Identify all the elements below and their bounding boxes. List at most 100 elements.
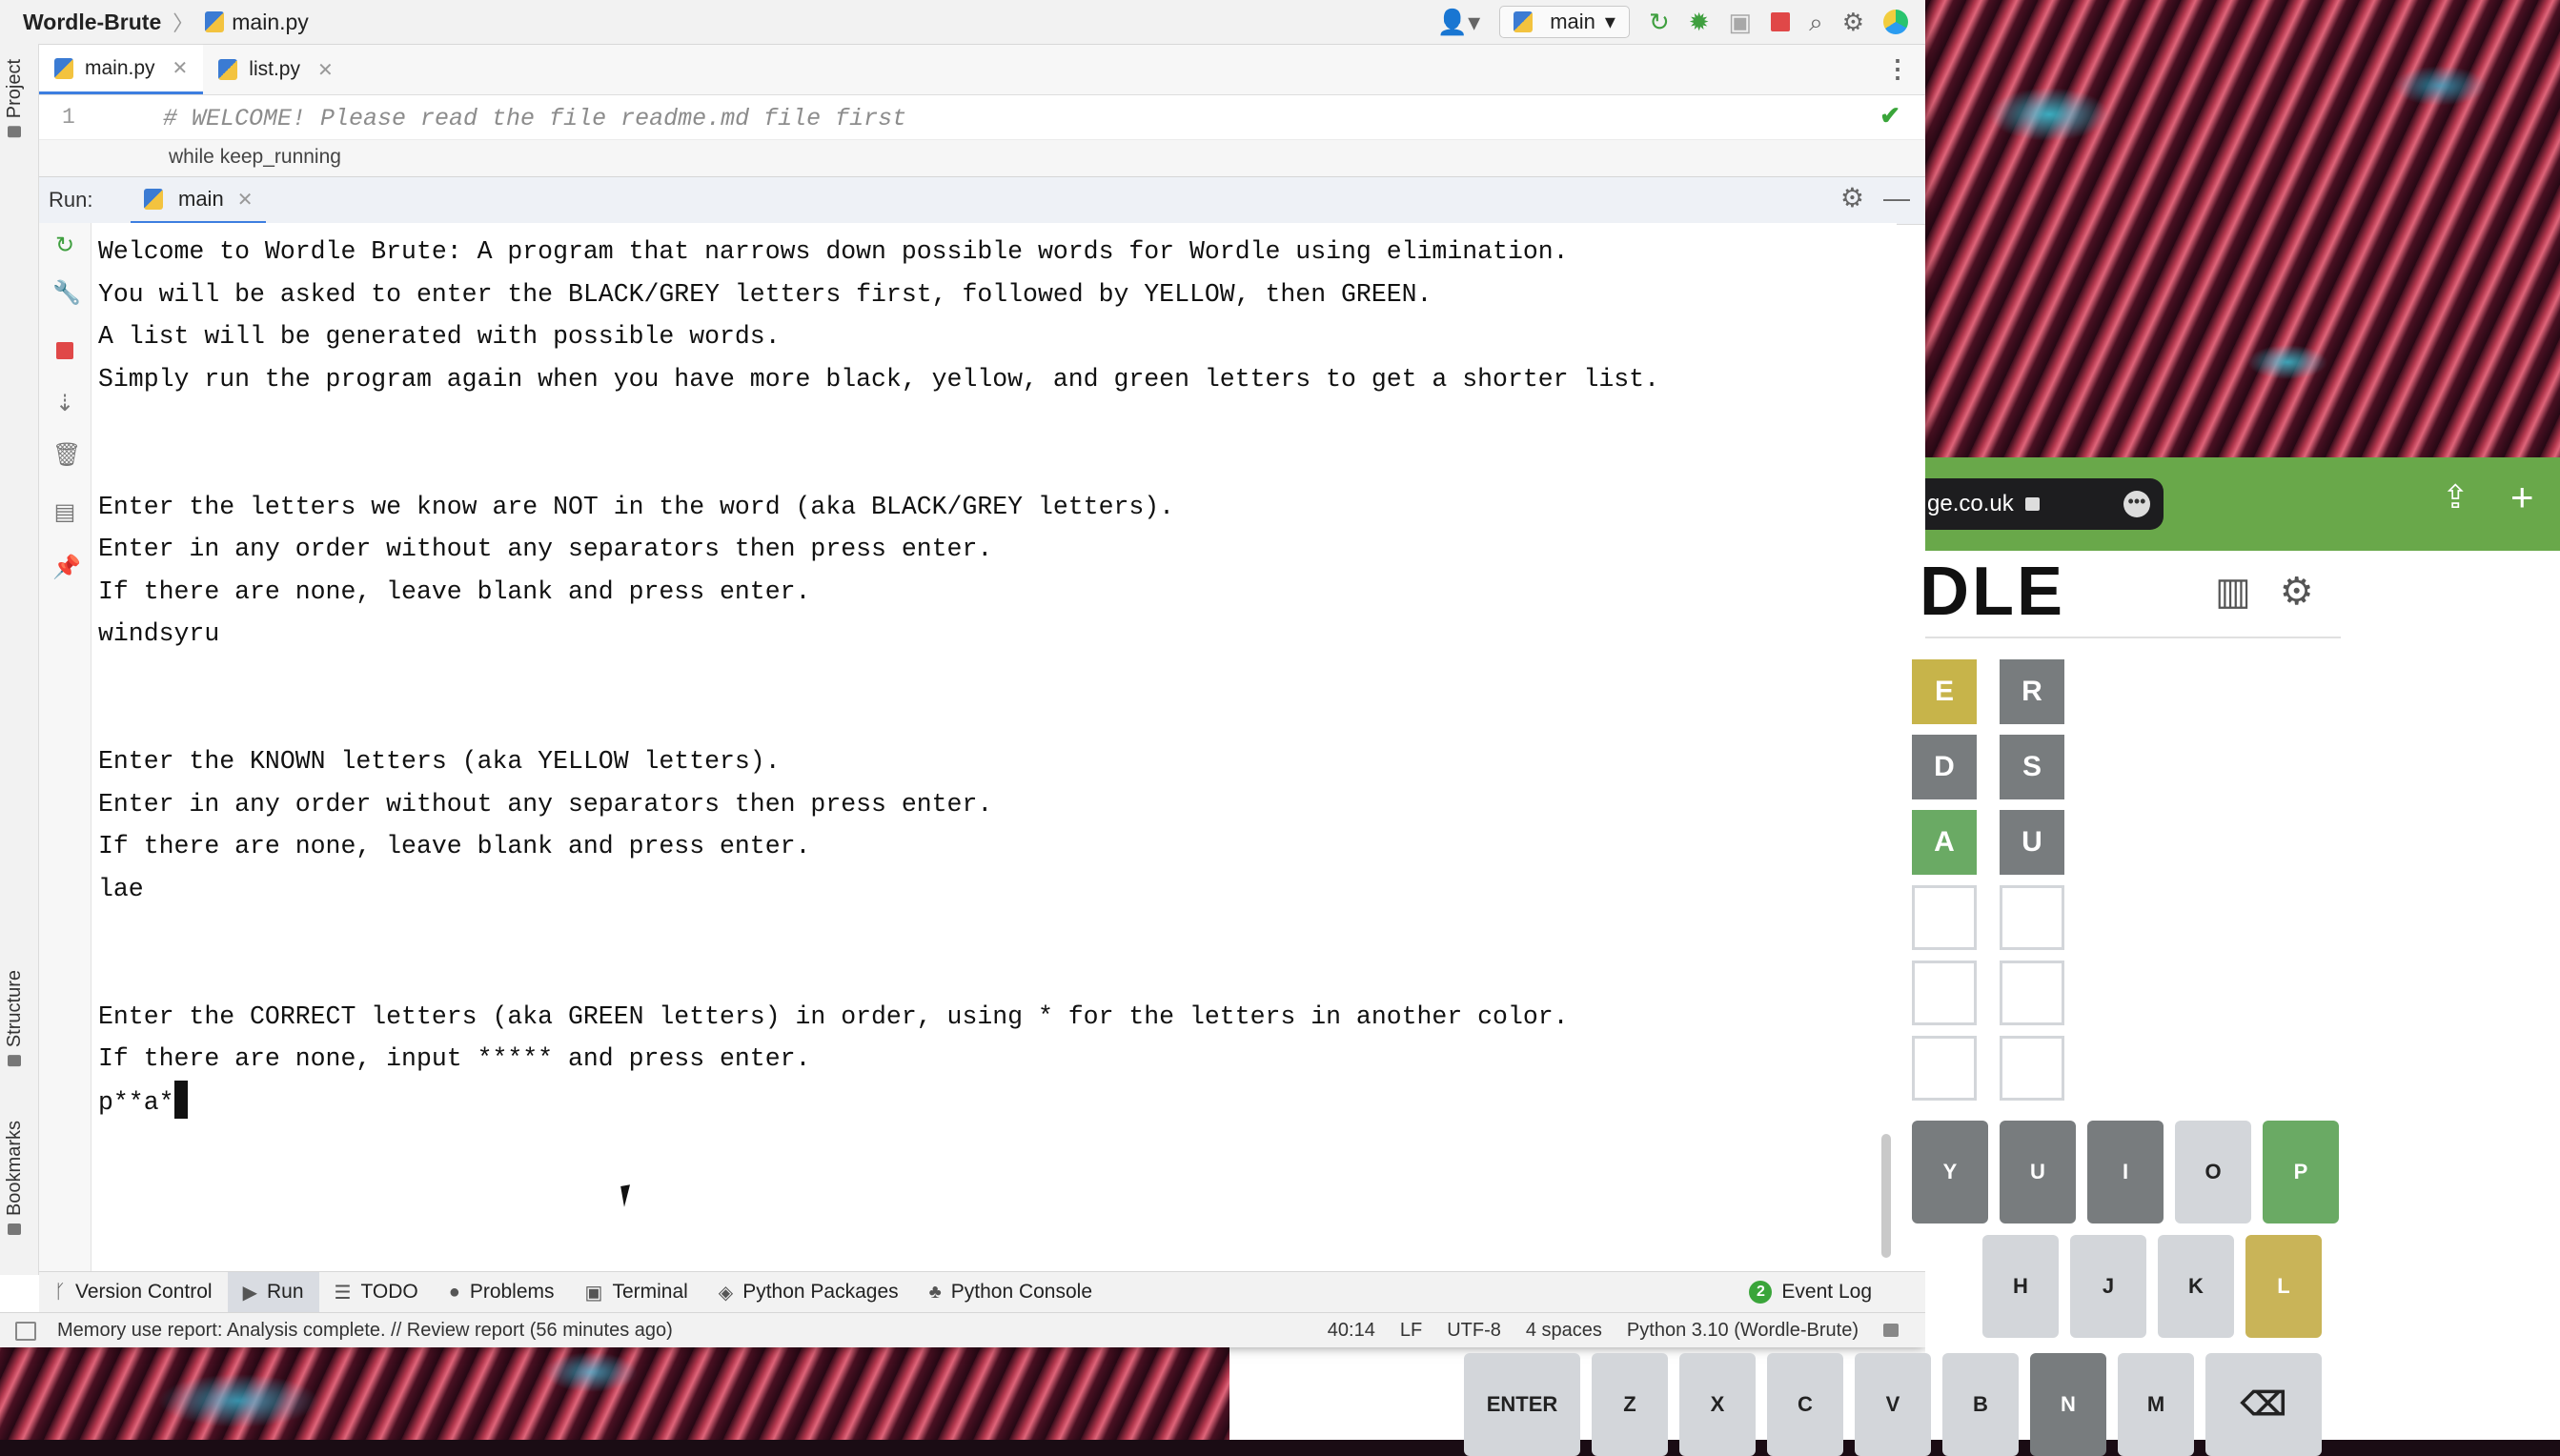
left-tool-strip: Project Structure Bookmarks [0,44,39,1275]
event-log-button[interactable]: 2 Event Log [1749,1272,1872,1312]
tool-label: TODO [360,1281,418,1303]
key-p[interactable]: P [2263,1121,2339,1223]
project-name[interactable]: Wordle-Brute [23,10,161,35]
bottom-tool-tabs: ᚴ Version Control ▶ Run ☰ TODO ● Problems ▣ T… [39,1271,1925,1312]
file-encoding[interactable]: UTF-8 [1447,1320,1501,1342]
lock-icon [2024,497,2040,511]
stats-icon[interactable]: ▥ [2215,570,2251,614]
key-l[interactable]: L [2245,1235,2322,1338]
code-breadcrumb[interactable]: while keep_running [169,146,341,169]
code-breadcrumb-bar: while keep_running [39,139,1925,176]
run-console[interactable]: Welcome to Wordle Brute: A program that … [91,223,1897,1271]
key-i[interactable]: I [2087,1121,2164,1223]
python-interpreter[interactable]: Python 3.10 (Wordle-Brute) [1627,1320,1859,1342]
key-v[interactable]: V [1855,1353,1931,1456]
status-bar: Memory use report: Analysis complete. //… [0,1312,1925,1347]
console-scrollbar[interactable] [1881,1134,1891,1258]
structure-tool-button[interactable]: Structure [4,970,26,1067]
board-tile [2000,961,2064,1025]
no-problems-check-icon[interactable]: ✔ [1879,101,1900,131]
code-line[interactable]: # WELCOME! Please read the file readme.m… [163,105,906,132]
stop-icon[interactable] [52,341,77,364]
gear-icon[interactable]: ⚙ [2280,570,2314,614]
python-file-icon [54,57,73,79]
indent-setting[interactable]: 4 spaces [1526,1320,1602,1342]
key-y[interactable]: Y [1912,1121,1988,1223]
header-divider [1925,637,2341,638]
key-k[interactable]: K [2158,1235,2234,1338]
tool-version-control[interactable]: ᚴ Version Control [39,1272,228,1312]
minimize-icon[interactable]: — [1883,185,1910,212]
close-icon[interactable]: ✕ [237,188,254,212]
coverage-icon[interactable]: ▣ [1729,10,1753,34]
current-file-label: main.py [232,9,309,34]
share-icon[interactable]: ⇪ [2442,478,2469,516]
trash-icon[interactable]: 🗑 [52,444,81,467]
key-j[interactable]: J [2070,1235,2146,1338]
new-tab-icon[interactable]: + [2510,475,2534,520]
more-options-icon[interactable]: ••• [2123,491,2150,517]
line-separator[interactable]: LF [1400,1320,1422,1342]
key-b[interactable]: B [1942,1353,2019,1456]
pin-icon[interactable]: 📌 [52,556,81,579]
scroll-to-end-icon[interactable]: ⇣ [52,393,77,415]
project-tool-button[interactable]: Project [4,59,26,138]
text-cursor [173,1080,188,1119]
code-editor[interactable]: 1 # WELCOME! Please read the file readme… [39,95,1925,176]
key-z[interactable]: Z [1592,1353,1668,1456]
wrench-icon[interactable]: 🔧 [52,282,81,305]
key-n[interactable]: N [2030,1353,2106,1456]
close-icon[interactable]: ✕ [173,56,189,80]
event-count-badge: 2 [1749,1281,1773,1304]
status-widgets: 40:14 LF UTF-8 4 spaces Python 3.10 (Wor… [1328,1320,1899,1342]
python-run-icon [144,189,163,210]
close-icon[interactable]: ✕ [317,58,334,82]
toggle-tool-windows-icon[interactable] [15,1322,36,1341]
key-m[interactable]: M [2118,1353,2194,1456]
address-bar[interactable]: ge.co.uk ••• [1925,478,2164,530]
status-message[interactable]: Memory use report: Analysis complete. //… [57,1320,673,1342]
gear-icon[interactable]: ⚙ [1842,10,1864,34]
console-output[interactable]: Welcome to Wordle Brute: A program that … [91,223,1897,1123]
key-c[interactable]: C [1767,1353,1843,1456]
terminal-icon: ▣ [584,1282,603,1304]
run-panel-header: Run: main ✕ ⚙ — [39,176,1925,225]
gear-icon[interactable]: ⚙ [1840,185,1864,212]
more-vertical-icon[interactable]: ⋮ [1885,56,1910,81]
run-tab-main[interactable]: main ✕ [131,177,267,224]
current-file[interactable]: main.py [205,10,309,35]
key-u[interactable]: U [2000,1121,2076,1223]
tool-run[interactable]: ▶ Run [227,1272,319,1312]
python-config-icon [1514,11,1534,32]
caret-position[interactable]: 40:14 [1328,1320,1375,1342]
bookmarks-tool-button[interactable]: Bookmarks [4,1121,26,1236]
tool-label: Run [266,1281,304,1303]
tool-python-packages[interactable]: ◈ Python Packages [703,1272,914,1312]
python-file-icon [218,59,238,80]
run-config-select[interactable]: main ▾ [1499,6,1630,38]
code-with-me-icon[interactable] [1883,10,1908,34]
rerun-icon[interactable]: ↻ [52,234,77,257]
board-tile: R [2000,659,2064,724]
backspace-key[interactable]: ⌫ [2205,1353,2322,1456]
key-o[interactable]: O [2175,1121,2251,1223]
tool-todo[interactable]: ☰ TODO [319,1272,434,1312]
key-h[interactable]: H [1982,1235,2059,1338]
tab-list-py[interactable]: list.py ✕ [203,45,348,94]
console-input[interactable]: p**a* [98,1088,174,1117]
stop-icon[interactable] [1771,12,1791,31]
debug-icon[interactable]: ✹ [1689,10,1710,34]
event-log-label: Event Log [1781,1281,1872,1303]
tab-main-py[interactable]: main.py ✕ [39,45,204,94]
search-icon[interactable]: ⌕ [1809,10,1823,34]
rerun-icon[interactable]: ↻ [1649,10,1670,34]
layout-icon[interactable]: ▤ [52,501,77,524]
tool-terminal[interactable]: ▣ Terminal [570,1272,703,1312]
key-x[interactable]: X [1679,1353,1756,1456]
lock-icon[interactable] [1883,1324,1899,1337]
tool-problems[interactable]: ● Problems [434,1272,570,1312]
tool-python-console[interactable]: ♣ Python Console [914,1272,1107,1312]
run-tab-label: main [178,187,224,211]
user-account-icon[interactable]: 👤▾ [1437,10,1480,34]
enter-key[interactable]: ENTER [1464,1353,1580,1456]
